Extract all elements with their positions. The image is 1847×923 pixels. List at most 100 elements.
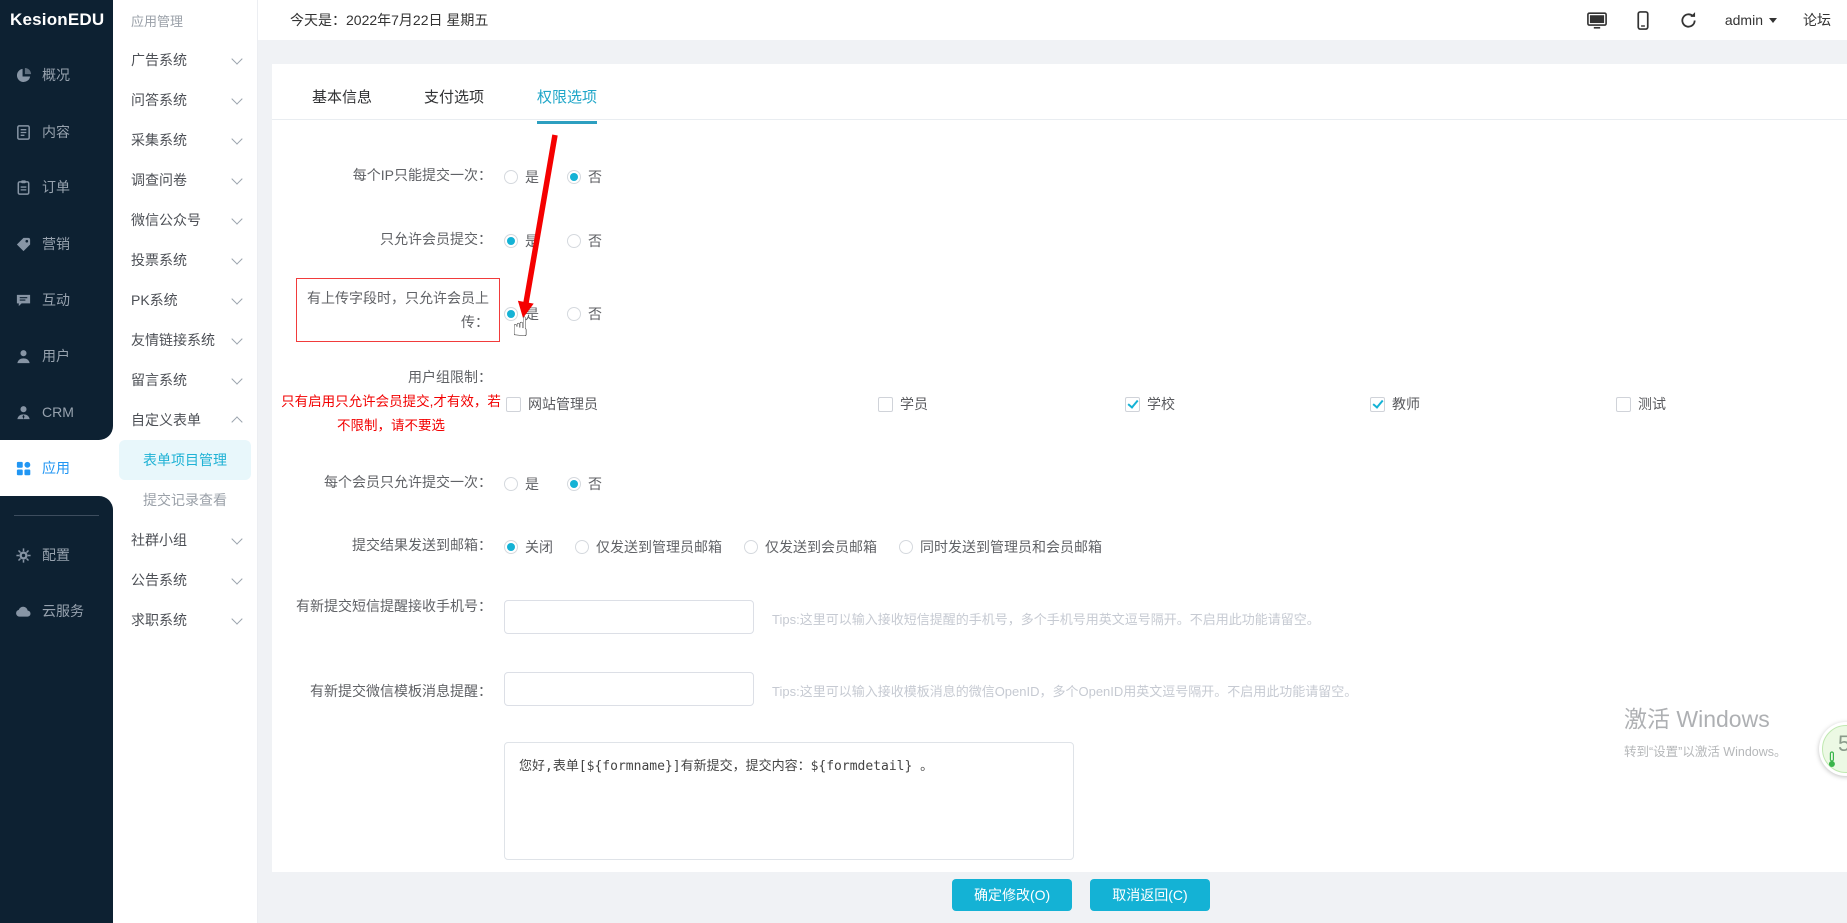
radio-button[interactable] <box>899 540 913 554</box>
submenu-item-vote[interactable]: 投票系统 <box>113 240 257 280</box>
badge-inner-circle: 5 <box>1822 725 1847 773</box>
crm-person-icon <box>15 404 32 421</box>
chevron-down-icon <box>231 373 242 384</box>
radio-button[interactable] <box>567 170 581 184</box>
sidebar-item-label: 用户 <box>42 346 70 366</box>
submenu-item-links[interactable]: 友情链接系统 <box>113 320 257 360</box>
sidebar-item-label: 概况 <box>42 65 70 85</box>
submenu-item-announcements[interactable]: 公告系统 <box>113 560 257 600</box>
sidebar-item-label: 应用 <box>42 458 70 478</box>
radio-button[interactable] <box>504 307 518 321</box>
radio-option-no[interactable]: 否 <box>567 474 602 494</box>
radio-button[interactable] <box>575 540 589 554</box>
submenu-item-ads[interactable]: 广告系统 <box>113 40 257 80</box>
sidebar-item-users[interactable]: 用户 <box>0 339 113 373</box>
sidebar-item-crm[interactable]: CRM <box>0 395 113 429</box>
submenu-item-messages[interactable]: 留言系统 <box>113 360 257 400</box>
interaction-chat-icon <box>15 292 32 309</box>
radio-option-both-email[interactable]: 同时发送到管理员和会员邮箱 <box>899 537 1102 557</box>
form-panel: 基本信息 支付选项 权限选项 每个IP只能提交一次： 是 否 只允许会员提交： … <box>272 64 1847 872</box>
submenu-item-collect[interactable]: 采集系统 <box>113 120 257 160</box>
chevron-down-icon <box>231 573 242 584</box>
radio-button[interactable] <box>504 477 518 491</box>
admin-user-menu[interactable]: admin <box>1725 12 1777 28</box>
submenu-subitem-form-projects-active[interactable]: 表单项目管理 <box>119 440 251 480</box>
radio-button[interactable] <box>504 170 518 184</box>
checkbox-teacher[interactable]: 教师 <box>1370 394 1420 414</box>
refresh-icon[interactable] <box>1679 10 1699 30</box>
mobile-phone-icon[interactable] <box>1633 10 1653 30</box>
sidebar-item-overview[interactable]: 概况 <box>0 58 113 92</box>
field-label-upload-member-only: 有上传字段时，只允许会员上传： <box>307 290 489 330</box>
submenu-item-wechat-official[interactable]: 微信公众号 <box>113 200 257 240</box>
checkbox[interactable] <box>878 397 893 412</box>
tab-permission-options[interactable]: 权限选项 <box>537 86 597 124</box>
field-label-wechat-template: 有新提交微信模板消息提醒： <box>292 680 492 702</box>
submenu-item-pk[interactable]: PK系统 <box>113 280 257 320</box>
notify-template-textarea[interactable]: 您好,表单[${formname}]有新提交，提交内容：${formdetail… <box>504 742 1074 860</box>
submenu-item-groups[interactable]: 社群小组 <box>113 520 257 560</box>
checkbox-test[interactable]: 测试 <box>1616 394 1666 414</box>
sidebar-item-content[interactable]: 内容 <box>0 115 113 149</box>
checkbox[interactable] <box>1616 397 1631 412</box>
sidebar-item-cloud[interactable]: 云服务 <box>0 594 113 628</box>
radio-button[interactable] <box>504 234 518 248</box>
sidebar-item-apps-active[interactable]: 应用 <box>0 440 113 496</box>
radio-button[interactable] <box>504 540 518 554</box>
checkbox[interactable] <box>506 397 521 412</box>
checkbox-school[interactable]: 学校 <box>1125 394 1175 414</box>
badge-value: 5 <box>1838 731 1847 757</box>
checkbox[interactable] <box>1125 397 1140 412</box>
radio-option-yes[interactable]: 是 <box>504 231 539 251</box>
radio-button[interactable] <box>567 477 581 491</box>
desktop-monitor-icon[interactable] <box>1587 10 1607 30</box>
radio-option-no[interactable]: 否 <box>567 167 602 187</box>
top-bar: 今天是：2022年7月22日 星期五 admin 论坛 <box>258 0 1847 40</box>
users-person-icon <box>15 348 32 365</box>
watermark-line1: 激活 Windows <box>1624 700 1787 734</box>
checkbox-site-admin[interactable]: 网站管理员 <box>506 394 598 414</box>
sidebar-item-marketing[interactable]: 营销 <box>0 227 113 261</box>
checkbox-student[interactable]: 学员 <box>878 394 928 414</box>
radio-option-yes[interactable]: 是 <box>504 304 539 324</box>
submenu-item-custom-forms[interactable]: 自定义表单 <box>113 400 257 440</box>
wechat-openid-input[interactable] <box>504 672 754 706</box>
tab-basic-info[interactable]: 基本信息 <box>312 86 372 121</box>
radio-option-member-email[interactable]: 仅发送到会员邮箱 <box>744 537 877 557</box>
submenu-subitem-submission-records[interactable]: 提交记录查看 <box>113 480 257 520</box>
submenu-item-survey[interactable]: 调查问卷 <box>113 160 257 200</box>
radio-option-no[interactable]: 否 <box>567 304 602 324</box>
sidebar-item-orders[interactable]: 订单 <box>0 170 113 204</box>
radio-option-admin-email[interactable]: 仅发送到管理员邮箱 <box>575 537 722 557</box>
radio-button[interactable] <box>567 234 581 248</box>
radio-option-yes[interactable]: 是 <box>504 474 539 494</box>
windows-activation-watermark: 激活 Windows 转到“设置”以激活 Windows。 <box>1624 700 1787 760</box>
submenu-item-jobs[interactable]: 求职系统 <box>113 600 257 640</box>
radio-group-member-once: 是 否 <box>504 474 602 494</box>
sms-phone-input[interactable] <box>504 600 754 634</box>
sidebar-item-interaction[interactable]: 互动 <box>0 283 113 317</box>
sidebar-item-settings[interactable]: 配置 <box>0 538 113 572</box>
radio-button[interactable] <box>744 540 758 554</box>
chevron-down-icon <box>231 533 242 544</box>
wechat-openid-tips: Tips:这里可以输入接收模板消息的微信OpenID，多个OpenID用英文逗号… <box>772 681 1357 700</box>
cancel-return-button[interactable]: 取消返回(C) <box>1090 879 1209 911</box>
radio-button[interactable] <box>567 307 581 321</box>
apps-grid-icon <box>15 460 32 477</box>
sidebar-item-label: 配置 <box>42 545 70 565</box>
user-groups-red-hint: 只有启用只允许会员提交,才有效，若不限制，请不要选 <box>280 390 502 438</box>
field-label-member-only: 只允许会员提交： <box>292 228 492 250</box>
tab-bar: 基本信息 支付选项 权限选项 <box>272 64 1847 120</box>
forum-link[interactable]: 论坛 <box>1803 10 1831 30</box>
radio-option-yes[interactable]: 是 <box>504 167 539 187</box>
confirm-save-button[interactable]: 确定修改(O) <box>952 879 1072 911</box>
checkbox[interactable] <box>1370 397 1385 412</box>
radio-option-no[interactable]: 否 <box>567 231 602 251</box>
chevron-down-icon <box>231 213 242 224</box>
submenu-item-qa[interactable]: 问答系统 <box>113 80 257 120</box>
radio-group-email-result: 关闭 仅发送到管理员邮箱 仅发送到会员邮箱 同时发送到管理员和会员邮箱 <box>504 537 1102 557</box>
tab-payment-options[interactable]: 支付选项 <box>424 86 484 121</box>
chevron-down-icon <box>1769 18 1777 23</box>
sidebar-item-label: 互动 <box>42 290 70 310</box>
radio-option-off[interactable]: 关闭 <box>504 537 553 557</box>
